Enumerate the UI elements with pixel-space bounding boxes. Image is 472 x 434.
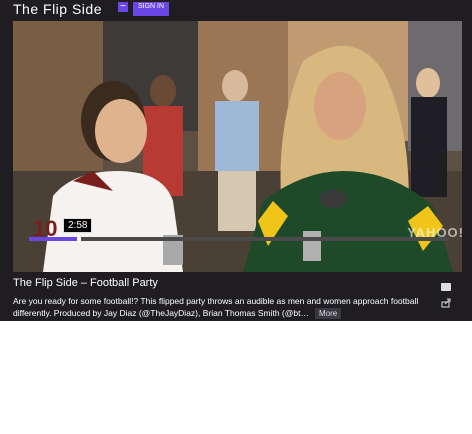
video-title[interactable]: The Flip Side – Football Party [13, 277, 158, 289]
widget-title: The Flip Side [13, 1, 102, 17]
comment-icon[interactable] [441, 283, 451, 291]
collapse-button[interactable]: − [118, 2, 128, 12]
yahoo-watermark: YAHOO! [407, 225, 464, 240]
progress-fill [29, 237, 79, 241]
share-icon[interactable] [441, 298, 451, 308]
video-widget: The Flip Side − SIGN IN 10 2:58 YAHOO! T… [0, 0, 472, 321]
description-text: Are you ready for some football!? This f… [13, 296, 419, 318]
video-description: Are you ready for some football!? This f… [13, 295, 453, 319]
progress-track[interactable] [29, 237, 449, 241]
progress-knob[interactable] [77, 235, 81, 243]
current-time-badge: 2:58 [63, 218, 93, 233]
sign-in-button[interactable]: SIGN IN [133, 2, 169, 16]
more-button[interactable]: More [314, 308, 342, 319]
